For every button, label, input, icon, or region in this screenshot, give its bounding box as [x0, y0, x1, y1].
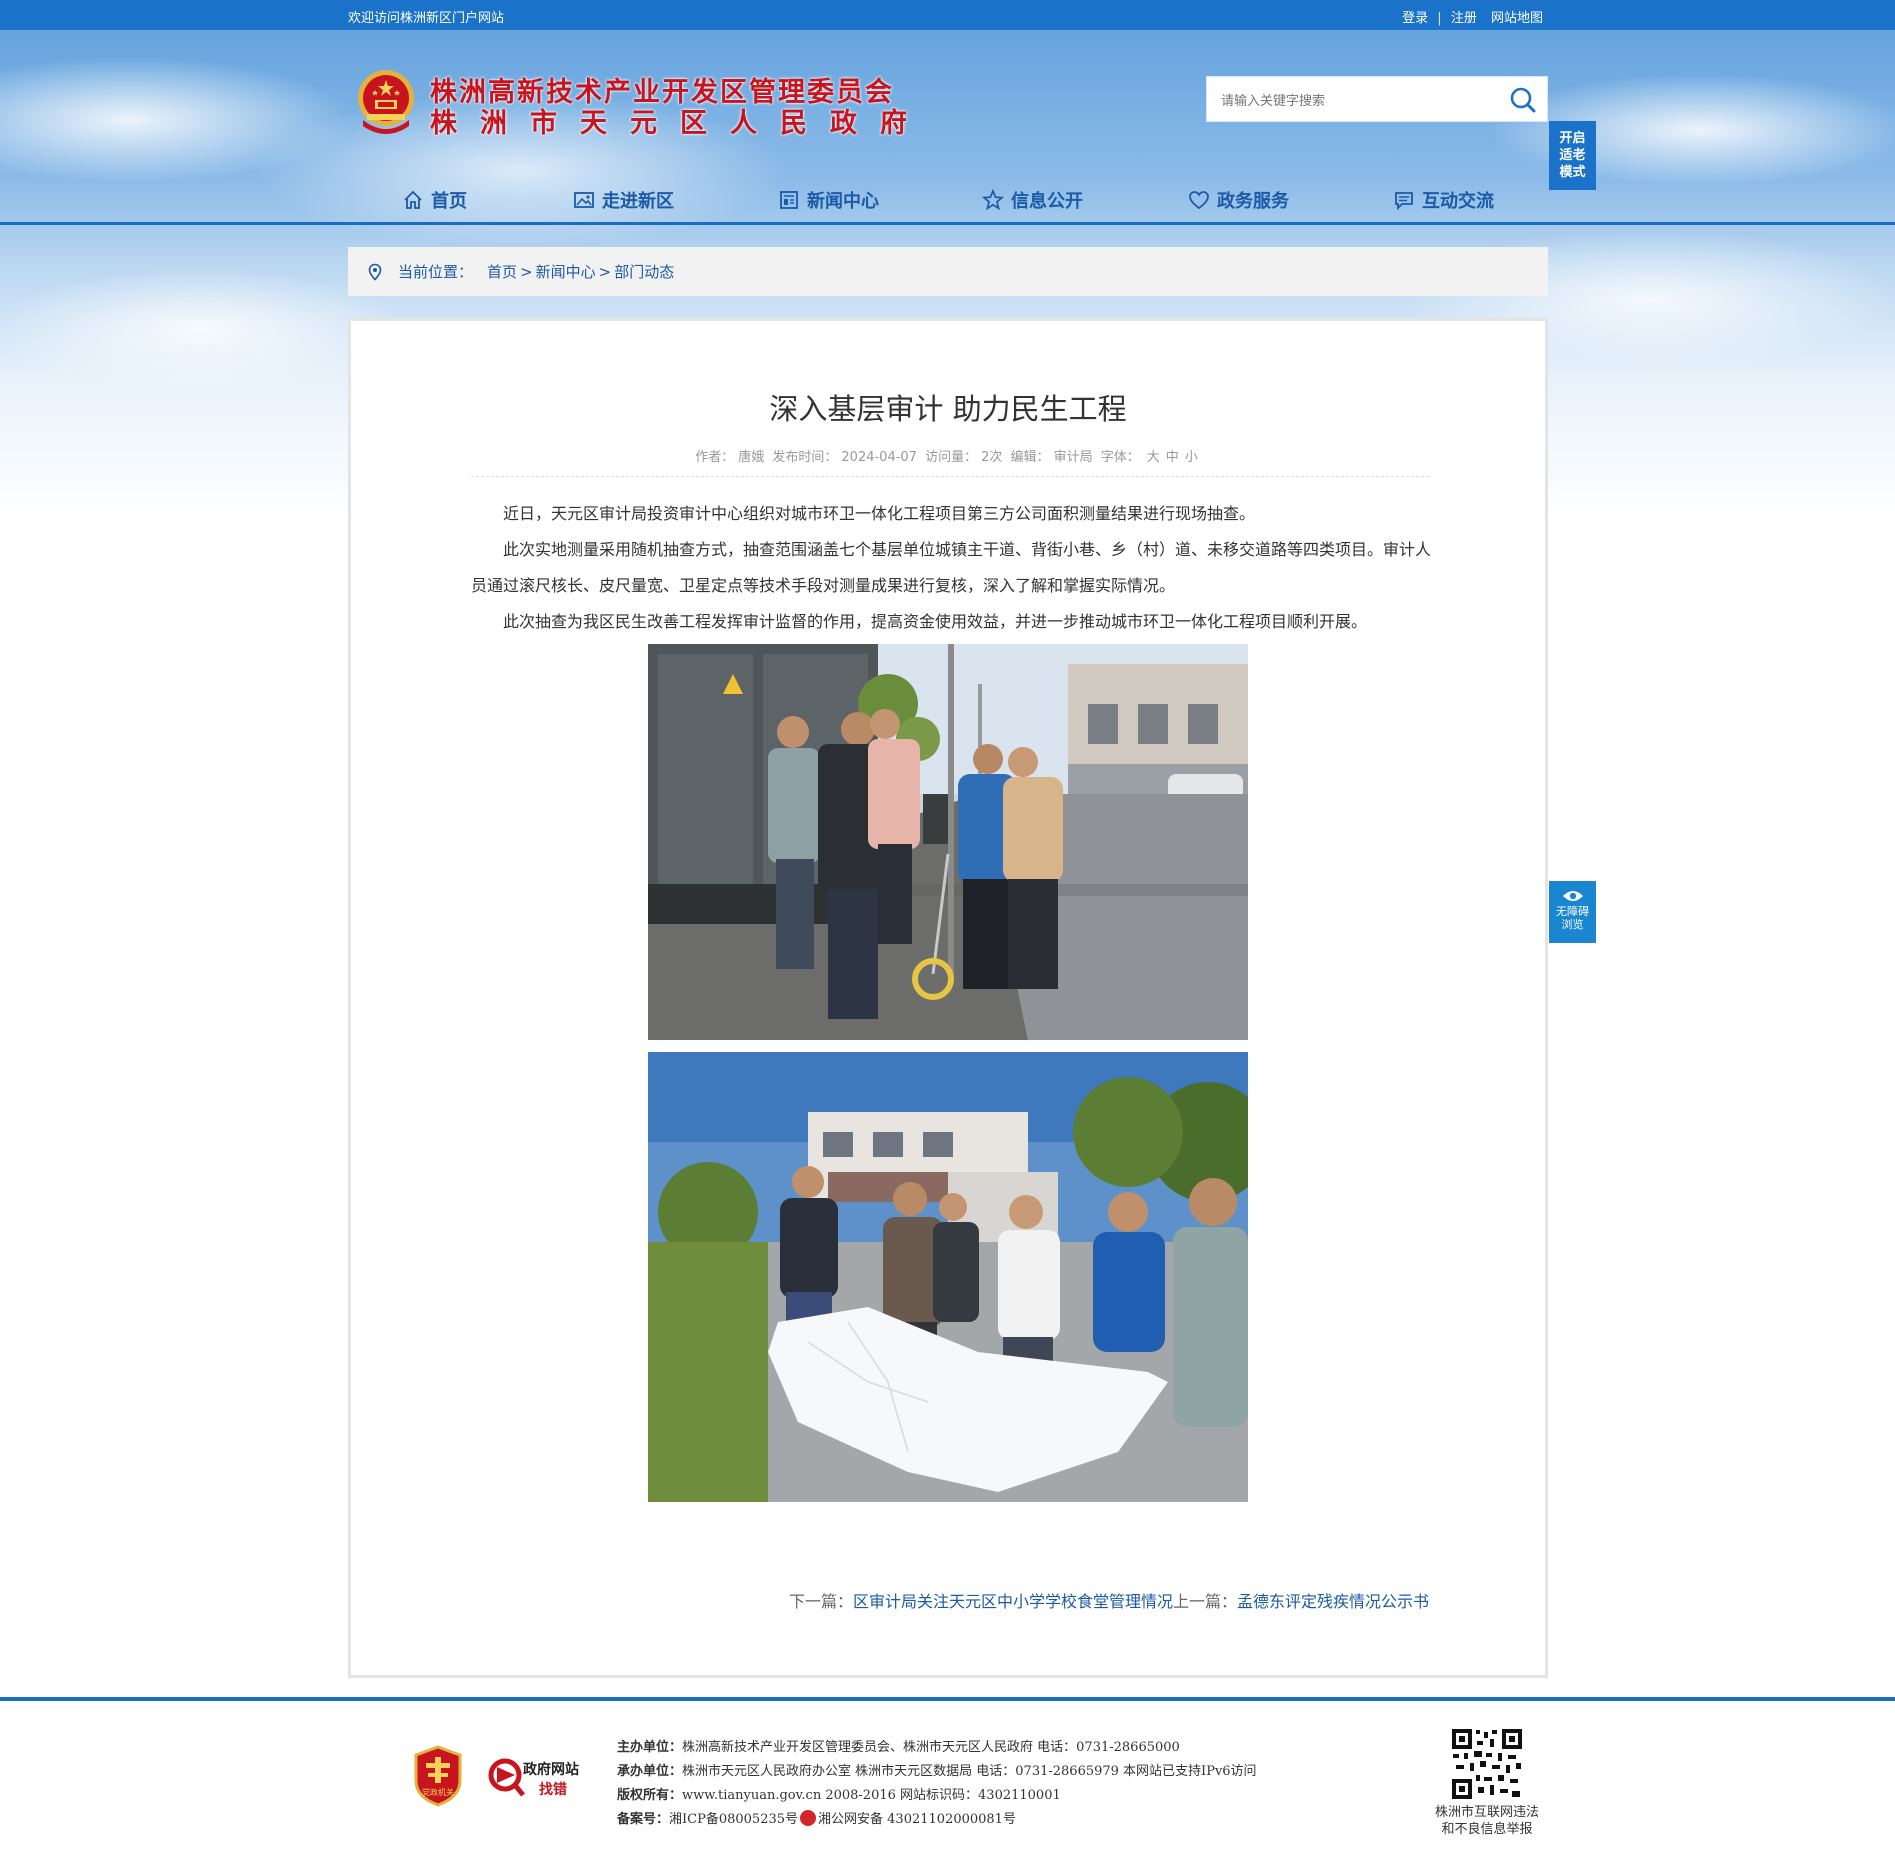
nav-divider [0, 222, 1895, 225]
nav-label-about: 走进新区 [602, 191, 674, 212]
footer-icp-label: 备案号： [617, 1812, 670, 1827]
article-photo-1 [648, 644, 1248, 1040]
police-badge-icon [800, 1810, 817, 1826]
newspaper-icon [780, 191, 798, 209]
find-error-line1: 政府网站 [523, 1762, 579, 1778]
elder-mode-label-1: 开启 [1559, 131, 1586, 146]
nav-label-services: 政务服务 [1217, 191, 1289, 212]
prev-next-links: 下一篇：区审计局关注天元区中小学学校食堂管理情况上一篇：孟德东评定残疾情况公示书 [789, 1588, 1429, 1612]
footer-divider [0, 1697, 1895, 1701]
footer-host-label: 主办单位： [617, 1740, 683, 1755]
article-body: 近日，天元区审计局投资审计中心组织对城市环卫一体化工程项目第三方公司面积测量结果… [471, 496, 1431, 640]
footer-host: 株洲高新技术产业开发区管理委员会、株洲市天元区人民政府 电话：0731-2866… [682, 1740, 1180, 1755]
article-panel: 深入基层审计 助力民生工程 作者： 唐娥 发布时间： 2024-04-07 访问量：… [348, 318, 1548, 1678]
photo-street-measurement [648, 644, 1248, 1040]
magnifier-icon [488, 1758, 525, 1797]
heart-icon [1189, 191, 1209, 210]
nav-item-interaction[interactable]: 互动交流 [1393, 180, 1494, 220]
breadcrumb-separator: > [598, 262, 612, 281]
report-line2: 和不良信息举报 [1441, 1822, 1533, 1837]
nav-item-home[interactable]: 首页 [402, 180, 467, 220]
meta-divider [471, 476, 1429, 477]
footer-org-label: 承办单位： [617, 1764, 683, 1779]
meta-date-label: 发布时间： [772, 450, 838, 465]
article-photo-2 [648, 1052, 1248, 1502]
top-links: 登录 | 注册 网站地图 [1402, 7, 1543, 26]
qr-code-icon [1450, 1727, 1524, 1801]
footer-info: 主办单位：株洲高新技术产业开发区管理委员会、株洲市天元区人民政府 电话：0731… [617, 1736, 1257, 1832]
main-nav: 首页 走进新区 新闻中心 信息公开 政务服务 互动交流 [348, 180, 1548, 220]
breadcrumb-home[interactable]: 首页 [487, 261, 517, 282]
gov-site-find-error-link[interactable]: 政府网站 找错 [487, 1755, 587, 1801]
a11y-label-2: 浏览 [1561, 918, 1584, 931]
top-bar: 欢迎访问株洲新区门户网站 登录 | 注册 网站地图 [0, 0, 1895, 30]
footer-org: 株洲市天元区人民政府办公室 株洲市天元区数据局 电话：0731-28665979… [682, 1764, 1257, 1779]
nav-item-info-disclosure[interactable]: 信息公开 [982, 180, 1083, 220]
footer-copyright: www.tianyuan.gov.cn 2008-2016 网站标识码：4302… [682, 1788, 1061, 1803]
star-icon [982, 189, 1004, 211]
font-size-large-button[interactable]: 大 [1147, 450, 1160, 465]
national-emblem-icon [358, 70, 414, 134]
article-paragraph: 此次抽查为我区民生改善工程发挥审计监督的作用，提高资金使用效益，并进一步推动城市… [503, 612, 1368, 631]
find-error-line2: 找错 [539, 1782, 567, 1798]
eye-icon [1562, 891, 1583, 901]
breadcrumb-label: 当前位置： [398, 263, 474, 281]
footer-copyright-label: 版权所有： [617, 1788, 683, 1803]
font-size-medium-button[interactable]: 中 [1166, 450, 1179, 465]
article-title: 深入基层审计 助力民生工程 [769, 392, 1127, 426]
photo-map-review [648, 1052, 1248, 1502]
elder-mode-label-3: 模式 [1559, 165, 1586, 180]
breadcrumb: 当前位置： 首页 > 新闻中心 > 部门动态 [348, 247, 1548, 296]
elder-mode-button[interactable]: 开启 适老 模式 [1549, 121, 1596, 190]
nav-item-news[interactable]: 新闻中心 [778, 180, 879, 220]
meta-author-label: 作者： [695, 450, 735, 465]
search-icon[interactable] [1509, 86, 1537, 114]
article-paragraph: 此次实地测量采用随机抽查方式，抽查范围涵盖七个基层单位城镇主干道、背街小巷、乡（… [471, 540, 1432, 595]
prev-article-link[interactable]: 孟德东评定残疾情况公示书 [1237, 1592, 1429, 1611]
sitemap-link[interactable]: 网站地图 [1491, 11, 1543, 26]
meta-editor-label: 编辑： [1010, 450, 1050, 465]
report-line1: 株洲市互联网违法 [1434, 1805, 1539, 1820]
nav-item-services[interactable]: 政务服务 [1188, 180, 1289, 220]
picture-icon [574, 192, 594, 208]
next-article-link[interactable]: 区审计局关注天元区中小学学校食堂管理情况 [853, 1592, 1173, 1611]
welcome-text: 欢迎访问株洲新区门户网站 [348, 11, 505, 26]
prev-label: 上一篇： [1172, 1592, 1237, 1611]
footer-police-link[interactable]: 湘公网安备 43021102000081号 [818, 1812, 1016, 1827]
meta-font-label: 字体： [1100, 450, 1140, 465]
home-icon [404, 190, 422, 209]
nav-label-info-disclosure: 信息公开 [1011, 191, 1083, 212]
search-input[interactable] [1221, 89, 1491, 111]
breadcrumb-current[interactable]: 部门动态 [614, 261, 674, 282]
badge-text: 党政机关 [422, 1787, 454, 1797]
meta-views-label: 访问量： [925, 450, 978, 465]
search-box [1206, 76, 1548, 122]
org-name-line2: 株洲市天元区人民政府 [430, 108, 930, 139]
meta-views: 2次 [981, 450, 1003, 465]
accessible-browse-button[interactable]: 无障碍 浏览 [1549, 881, 1596, 943]
meta-date: 2024-04-07 [841, 450, 917, 465]
breadcrumb-news[interactable]: 新闻中心 [536, 261, 596, 282]
report-text[interactable]: 株洲市互联网违法 和不良信息举报 [1420, 1804, 1554, 1838]
next-label: 下一篇： [788, 1592, 853, 1611]
footer-icp-link[interactable]: 湘ICP备08005235号 [669, 1812, 798, 1827]
nav-label-interaction: 互动交流 [1422, 191, 1494, 212]
a11y-label-1: 无障碍 [1556, 905, 1589, 918]
chat-icon [1395, 192, 1413, 211]
article-paragraph: 近日，天元区审计局投资审计中心组织对城市环卫一体化工程项目第三方公司面积测量结果… [503, 504, 1256, 523]
login-link[interactable]: 登录 [1402, 11, 1428, 26]
meta-author: 唐娥 [738, 450, 765, 465]
font-size-small-button[interactable]: 小 [1185, 450, 1198, 465]
register-link[interactable]: 注册 [1451, 11, 1477, 26]
breadcrumb-separator: > [520, 262, 533, 281]
nav-label-news: 新闻中心 [807, 191, 879, 212]
article-meta: 作者： 唐娥 发布时间： 2024-04-07 访问量： 2次 编辑： 审计局 字体： 大… [351, 446, 1545, 465]
party-gov-badge-icon[interactable]: 党政机关 [412, 1745, 464, 1807]
top-links-separator: | [1437, 11, 1442, 26]
elder-mode-label-2: 适老 [1559, 148, 1586, 163]
location-pin-icon [368, 263, 382, 281]
nav-label-home: 首页 [431, 191, 467, 212]
nav-item-about[interactable]: 走进新区 [573, 180, 674, 220]
meta-editor: 审计局 [1053, 450, 1093, 465]
